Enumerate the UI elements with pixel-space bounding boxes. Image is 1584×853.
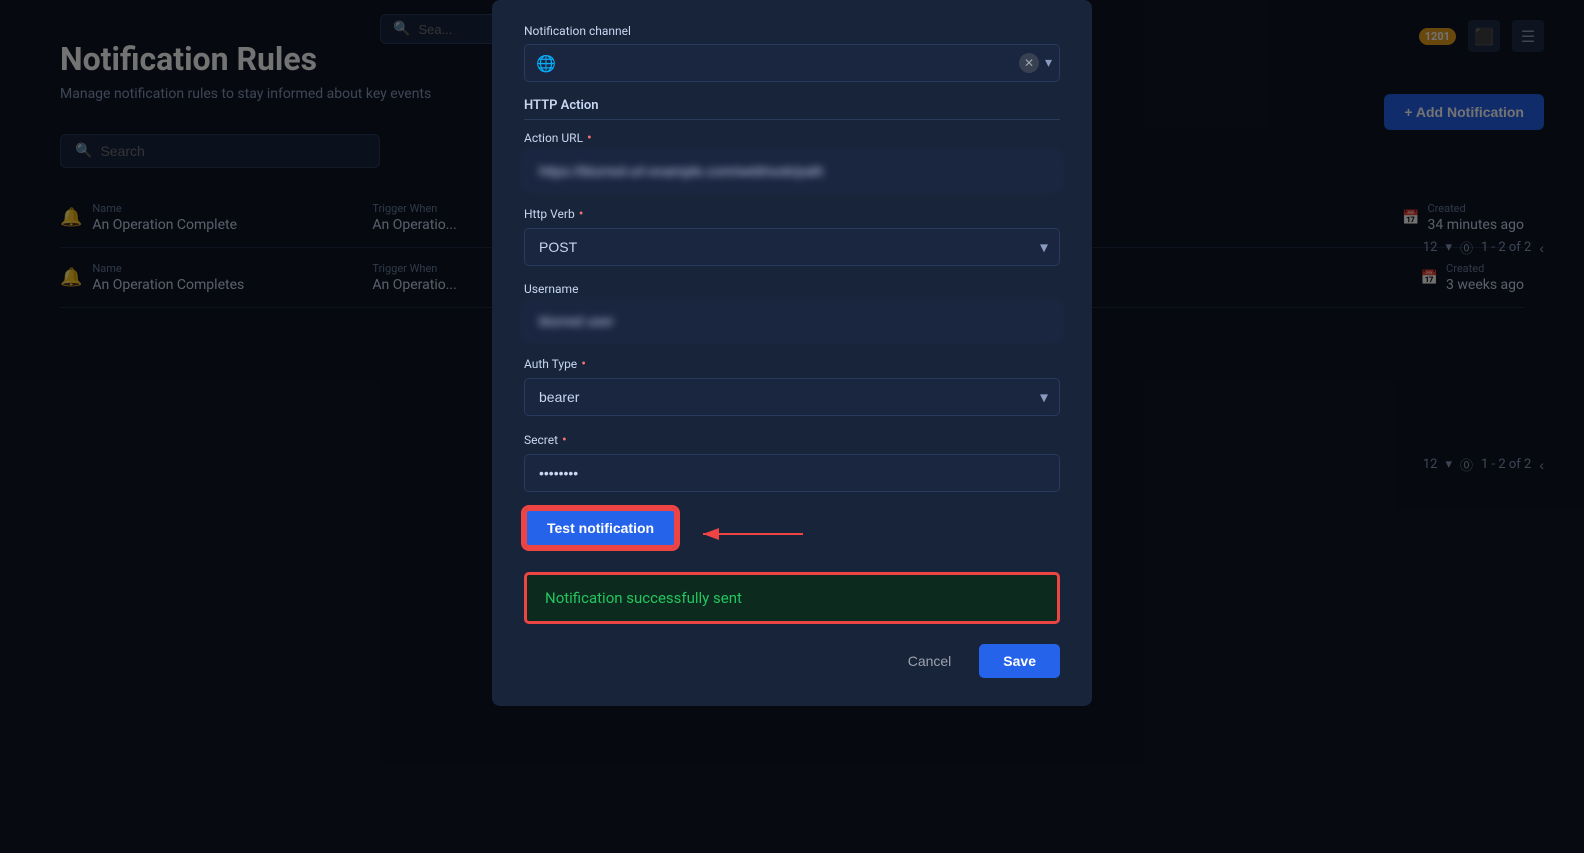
- required-dot-secret: •: [562, 432, 567, 448]
- required-dot-verb: •: [579, 206, 584, 222]
- channel-actions: ✕ ▾: [1019, 53, 1052, 73]
- action-url-group: Action URL •: [524, 130, 1060, 190]
- cancel-button[interactable]: Cancel: [892, 644, 968, 678]
- save-button[interactable]: Save: [979, 644, 1060, 678]
- channel-select-wrapper: 🌐 ✕ ▾: [524, 44, 1060, 82]
- http-verb-select-wrapper: POST GET PUT DELETE PATCH: [524, 228, 1060, 266]
- username-label: Username: [524, 282, 1060, 296]
- action-url-label: Action URL •: [524, 130, 1060, 146]
- notification-channel-label: Notification channel: [524, 24, 1060, 38]
- modal-overlay: Notification channel 🌐 ✕ ▾ HTTP Action A…: [0, 0, 1584, 853]
- modal-dialog: Notification channel 🌐 ✕ ▾ HTTP Action A…: [492, 0, 1092, 706]
- auth-type-select[interactable]: bearer basic none: [524, 378, 1060, 416]
- action-url-input[interactable]: [524, 152, 1060, 190]
- success-message-box: Notification successfully sent: [524, 572, 1060, 624]
- arrow-annotation: [693, 520, 813, 548]
- secret-group: Secret •: [524, 432, 1060, 492]
- auth-type-label: Auth Type •: [524, 356, 1060, 372]
- http-verb-label: Http Verb •: [524, 206, 1060, 222]
- secret-label: Secret •: [524, 432, 1060, 448]
- channel-dropdown-arrow[interactable]: ▾: [1045, 55, 1052, 71]
- auth-type-group: Auth Type • bearer basic none: [524, 356, 1060, 416]
- http-action-section-title: HTTP Action: [524, 98, 1060, 120]
- success-message-text: Notification successfully sent: [545, 589, 742, 607]
- required-dot-auth: •: [581, 356, 586, 372]
- secret-input[interactable]: [524, 454, 1060, 492]
- required-dot-url: •: [587, 130, 592, 146]
- auth-type-select-wrapper: bearer basic none: [524, 378, 1060, 416]
- clear-channel-button[interactable]: ✕: [1019, 53, 1039, 73]
- test-notification-row: Test notification: [524, 508, 1060, 560]
- modal-footer: Cancel Save: [524, 644, 1060, 678]
- test-notification-button[interactable]: Test notification: [524, 508, 677, 548]
- notification-channel-group: Notification channel 🌐 ✕ ▾: [524, 24, 1060, 82]
- notification-channel-input[interactable]: [524, 44, 1060, 82]
- globe-icon: 🌐: [536, 54, 556, 73]
- http-verb-select[interactable]: POST GET PUT DELETE PATCH: [524, 228, 1060, 266]
- http-verb-group: Http Verb • POST GET PUT DELETE PATCH: [524, 206, 1060, 266]
- username-input[interactable]: [524, 302, 1060, 340]
- username-group: Username: [524, 282, 1060, 340]
